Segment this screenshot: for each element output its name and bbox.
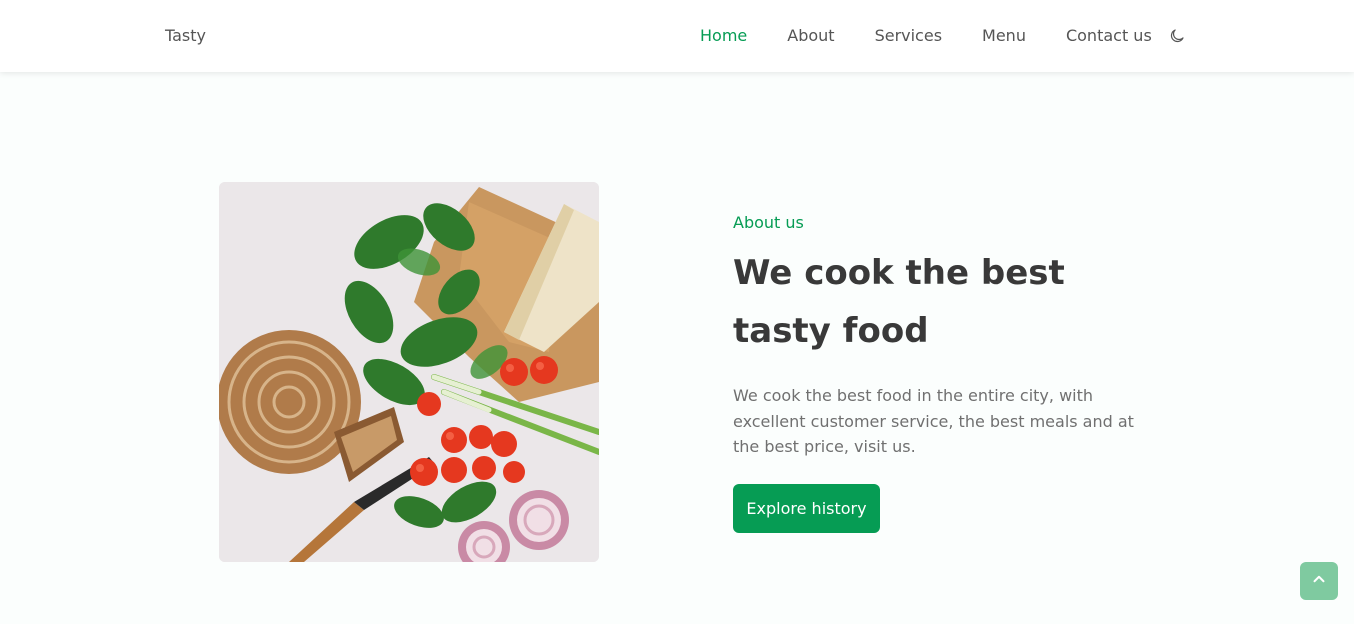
- food-photo: [219, 182, 599, 562]
- header: Tasty Home About Services Menu Contact u…: [0, 0, 1354, 72]
- nav-menu: Home About Services Menu Contact us: [700, 26, 1186, 45]
- moon-icon[interactable]: [1168, 27, 1186, 45]
- section-title: We cook the best tasty food: [733, 253, 1065, 351]
- nav-link-home[interactable]: Home: [700, 26, 747, 45]
- nav-link-services[interactable]: Services: [875, 26, 942, 45]
- nav-link-menu[interactable]: Menu: [982, 26, 1026, 45]
- explore-history-button[interactable]: Explore history: [733, 484, 880, 533]
- nav-link-contact[interactable]: Contact us: [1066, 26, 1152, 45]
- nav-link-about[interactable]: About: [787, 26, 834, 45]
- scroll-top-button[interactable]: [1300, 562, 1338, 600]
- chevron-up-icon: [1310, 570, 1328, 592]
- section-description: We cook the best food in the entire city…: [733, 386, 1134, 456]
- section-subtitle: About us: [733, 213, 804, 232]
- logo-link[interactable]: Tasty: [165, 26, 206, 45]
